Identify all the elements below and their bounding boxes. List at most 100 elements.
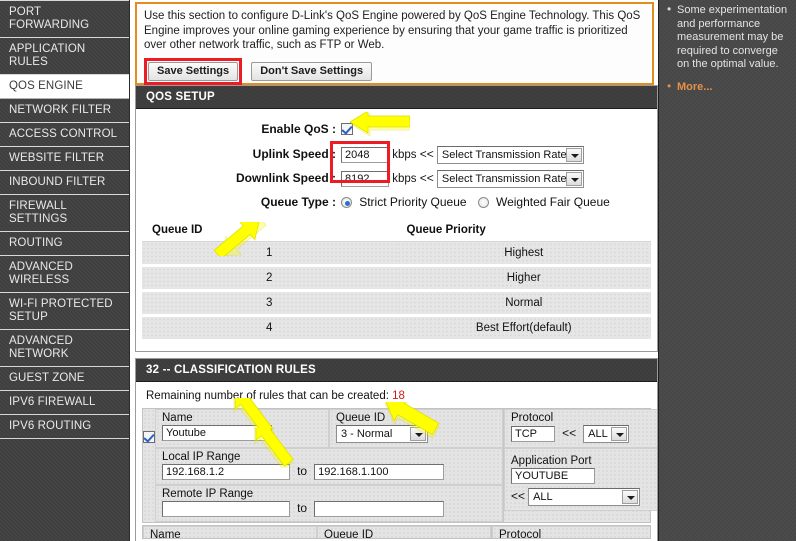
rule-protocol-cell: Protocol [492, 526, 650, 538]
queue-type-strict-priority-radio[interactable] [341, 197, 352, 209]
sidebar-item-label: NETWORK FILTER [9, 104, 112, 116]
sidebar-item-label: ADVANCED WIRELESS [9, 261, 73, 286]
sidebar-item-ipv6-routing[interactable]: IPV6 ROUTING [0, 415, 129, 439]
rule-queue-id-value: 3 - Normal [341, 428, 393, 440]
chevron-down-icon [565, 172, 582, 186]
rule-local-ip-to-label: to [297, 464, 308, 478]
enable-qos-label: Enable QoS : [261, 122, 336, 136]
sidebar-item-inbound-filter[interactable]: INBOUND FILTER [0, 171, 129, 195]
rule-protocol-arrows-label: << [562, 425, 577, 440]
rule-protocol-select[interactable]: ALL [583, 425, 630, 443]
queue-type-weighted-fair-radio[interactable] [477, 197, 489, 209]
sidebar-item-label: ROUTING [9, 237, 63, 249]
uplink-transmission-rate-select[interactable]: Select Transmission Rate [436, 146, 584, 164]
rule-local-ip-start-input[interactable] [162, 464, 290, 480]
info-banner: Use this section to configure D-Link's Q… [135, 2, 654, 85]
classification-rules-panel: 32 -- CLASSIFICATION RULES Remaining num… [135, 358, 658, 541]
sidebar-item-access-control[interactable]: ACCESS CONTROL [0, 123, 129, 147]
cell-queue-id: 3 [142, 290, 397, 317]
qos-setup-header: QOS SETUP [136, 86, 657, 109]
rule-remote-ip-to-label: to [297, 501, 308, 515]
router-admin-page: PORT FORWARDING APPLICATION RULES QOS EN… [0, 0, 796, 541]
rule-remote-ip-start-input[interactable] [162, 501, 290, 517]
rule-name-input[interactable] [162, 425, 272, 441]
downlink-speed-input[interactable] [341, 171, 389, 188]
sidebar-item-advanced-wireless[interactable]: ADVANCED WIRELESS [0, 256, 129, 293]
remaining-rules-text: Remaining number of rules that can be cr… [136, 382, 657, 408]
sidebar-item-guest-zone[interactable]: GUEST ZONE [0, 367, 129, 391]
main-content: Use this section to configure D-Link's Q… [131, 0, 658, 541]
sidebar-item-label: WI-FI PROTECTED SETUP [9, 298, 113, 323]
help-bullet-item: Some experimentation and performance mea… [665, 3, 790, 72]
sidebar-item-ipv6-firewall[interactable]: IPV6 FIREWALL [0, 391, 129, 415]
more-link[interactable]: More... [677, 81, 712, 93]
rule-queue-id-select[interactable]: 3 - Normal [336, 425, 428, 443]
rule-name-cell: Name [143, 526, 317, 539]
sidebar-item-label: INBOUND FILTER [9, 176, 106, 188]
chevron-down-icon [622, 490, 639, 504]
queue-type-label: Queue Type : [260, 195, 336, 209]
sidebar-item-label: FIREWALL SETTINGS [9, 200, 68, 225]
rule-queue-id-cell: Queue ID [317, 526, 491, 539]
column-header-queue-priority: Queue Priority [396, 220, 651, 242]
dont-save-settings-button[interactable]: Don't Save Settings [251, 61, 373, 81]
rule-protocol-select-value: ALL [588, 428, 608, 440]
rule-application-port-select-value: ALL [533, 491, 553, 503]
rule-remote-ip-end-input[interactable] [314, 501, 445, 517]
sidebar-item-firewall-settings[interactable]: FIREWALL SETTINGS [0, 195, 129, 232]
save-settings-button[interactable]: Save Settings [148, 61, 239, 81]
uplink-speed-label: Uplink Speed : [252, 147, 336, 161]
rule-remote-ip-label: Remote IP Range [162, 488, 254, 500]
rule-queue-id-cell: Queue ID 3 - Normal [329, 409, 503, 448]
rule-name-cell: Name [155, 409, 329, 448]
sidebar-item-wifi-protected-setup[interactable]: WI-FI PROTECTED SETUP [0, 293, 129, 330]
uplink-speed-input[interactable] [341, 147, 389, 164]
classification-rules-header: 32 -- CLASSIFICATION RULES [136, 359, 657, 382]
enable-qos-checkbox[interactable] [341, 123, 353, 135]
rule-left-columns: Name Queue ID [143, 526, 491, 538]
uplink-speed-row: Uplink Speed : kbps << Select Transmissi… [136, 146, 657, 165]
sidebar-item-label: GUEST ZONE [9, 372, 85, 384]
sidebar-item-routing[interactable]: ROUTING [0, 232, 129, 256]
uplink-arrows-label: << [419, 147, 434, 162]
uplink-unit-label: kbps [392, 149, 417, 162]
remaining-rules-count: 18 [392, 390, 405, 402]
rule-application-port-input[interactable] [511, 468, 595, 484]
cell-queue-priority: Highest [396, 241, 651, 267]
downlink-speed-label: Downlink Speed : [235, 171, 336, 185]
rule-protocol-input[interactable] [511, 425, 555, 442]
cell-queue-id: 2 [142, 265, 397, 292]
rule-name-label: Name [150, 529, 181, 539]
rule-right-columns: Protocol << ALL Application Port [503, 409, 657, 522]
cell-queue-priority: Best Effort(default) [396, 315, 651, 339]
uplink-transmission-rate-value: Select Transmission Rate [441, 149, 567, 161]
table-row: 3 Normal [142, 290, 651, 317]
rule-protocol-label: Protocol [511, 412, 554, 424]
rule-queue-id-label: Queue ID [336, 412, 386, 424]
rule-application-port-label: Application Port [511, 455, 592, 467]
rule-local-ip-label: Local IP Range [162, 451, 241, 463]
save-settings-highlight-box: Save Settings [144, 57, 243, 85]
queue-priority-table-wrap: Queue ID Queue Priority 1 Highest 2 High… [136, 213, 657, 345]
rule-local-ip-cell: Local IP Range to [155, 448, 503, 485]
rule-protocol-cell: Protocol << ALL [504, 409, 657, 448]
sidebar-item-website-filter[interactable]: WEBSITE FILTER [0, 147, 129, 171]
rule-first-subrow: Name Queue ID [143, 526, 491, 539]
remaining-rules-label: Remaining number of rules that can be cr… [146, 390, 389, 402]
rule-columns: Name Queue ID 3 - Normal [155, 409, 657, 522]
sidebar-item-advanced-network[interactable]: ADVANCED NETWORK [0, 330, 129, 367]
downlink-transmission-rate-select[interactable]: Select Transmission Rate [436, 170, 584, 188]
rule-queue-id-label: Queue ID [324, 529, 374, 539]
downlink-arrows-label: << [419, 171, 434, 186]
sidebar-item-application-rules[interactable]: APPLICATION RULES [0, 38, 129, 75]
rule-enable-checkbox[interactable] [143, 431, 155, 443]
queue-type-weighted-fair-label: Weighted Fair Queue [495, 195, 610, 209]
table-row: 4 Best Effort(default) [142, 315, 651, 339]
sidebar-item-network-filter[interactable]: NETWORK FILTER [0, 99, 129, 123]
rule-application-port-select[interactable]: ALL [528, 488, 641, 506]
sidebar-item-label: QOS ENGINE [9, 80, 83, 92]
sidebar-item-port-forwarding[interactable]: PORT FORWARDING [0, 0, 129, 38]
rule-local-ip-end-input[interactable] [314, 464, 445, 480]
rule-columns: Name Queue ID Protocol [143, 526, 650, 538]
sidebar-item-qos-engine[interactable]: QOS ENGINE [0, 75, 129, 99]
